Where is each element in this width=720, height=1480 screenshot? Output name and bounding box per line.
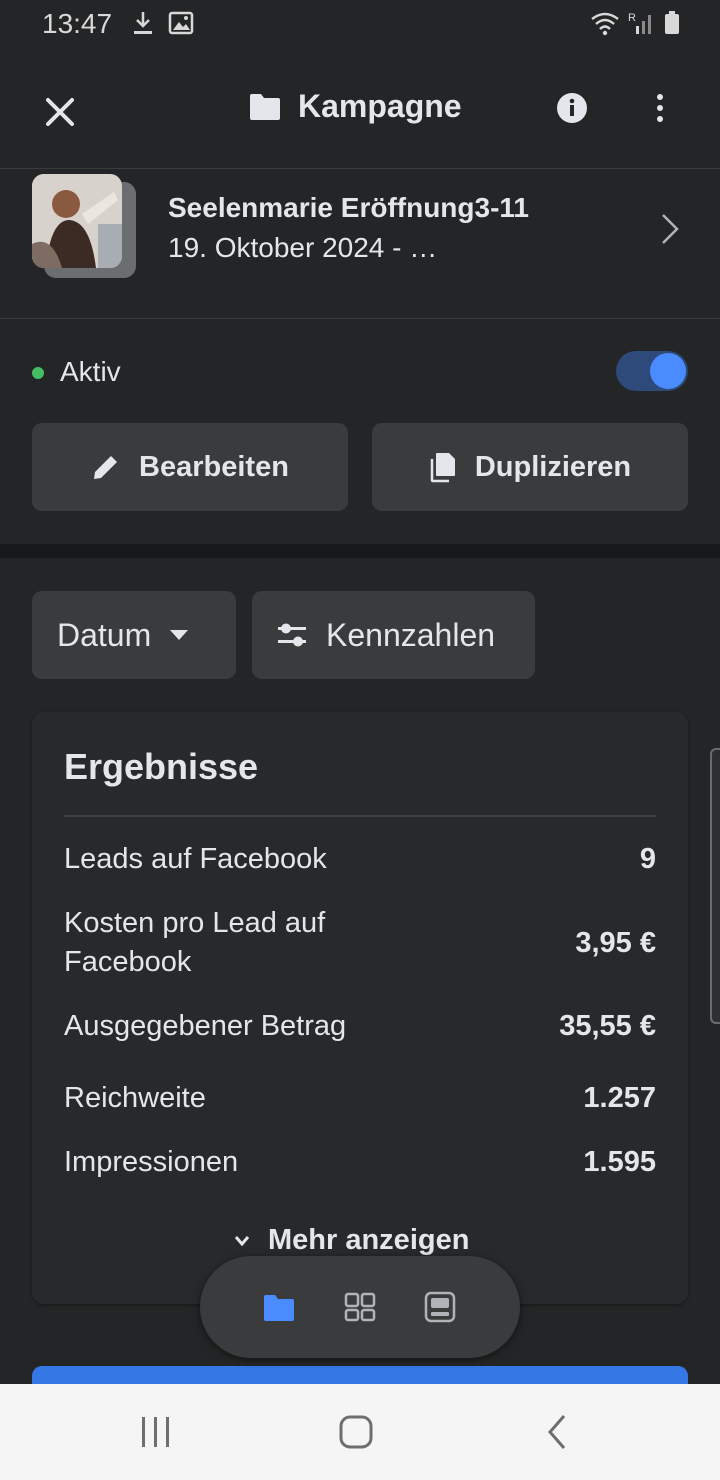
campaign-thumbnail (32, 174, 122, 268)
folder-icon (250, 93, 280, 120)
sliders-icon (278, 623, 306, 647)
metric-label: Impressionen (64, 1146, 239, 1178)
date-filter-label: Datum (57, 616, 152, 653)
wifi-icon (591, 12, 619, 36)
image-icon (168, 11, 194, 35)
metric-label: Leads auf Facebook (64, 843, 327, 875)
svg-text:R: R (628, 12, 636, 24)
status-notifications (132, 10, 194, 36)
status-time: 13:47 (42, 8, 113, 39)
signal-icon: R (628, 12, 651, 34)
campaign-date: 19. Oktober 2024 - … (168, 232, 438, 263)
campaign-divider (0, 318, 720, 319)
info-icon[interactable] (556, 92, 588, 124)
metrics-button-label: Kennzahlen (326, 616, 496, 653)
metric-label: Kosten pro Lead auf Facebook (64, 907, 326, 978)
show-more-button[interactable]: Mehr anzeigen (232, 1224, 469, 1257)
duplicate-button-label: Duplizieren (474, 450, 632, 483)
system-nav-bar (0, 1384, 720, 1480)
close-icon[interactable] (40, 92, 80, 132)
active-toggle[interactable] (616, 351, 688, 391)
metric-value: 35,55 € (559, 1010, 656, 1042)
duplicate-icon (430, 453, 455, 483)
home-icon[interactable] (336, 1412, 376, 1452)
section-separator (0, 544, 720, 558)
folder-icon[interactable] (262, 1290, 296, 1324)
floating-tab-bar (200, 1256, 520, 1358)
chevron-down-icon (234, 1235, 250, 1246)
duplicate-button[interactable]: Duplizieren (372, 423, 688, 511)
campaign-name: Seelenmarie Eröffnung3-11 (168, 192, 530, 223)
scrollbar[interactable] (710, 748, 720, 1024)
show-more-label: Mehr anzeigen (268, 1224, 470, 1256)
edit-button-label: Bearbeiten (139, 450, 289, 483)
metric-value: 9 (639, 843, 656, 875)
status-label: Aktiv (60, 356, 121, 387)
grid-icon[interactable] (343, 1290, 377, 1324)
metric-value: 1.257 (583, 1082, 656, 1114)
campaign-row[interactable]: Seelenmarie Eröffnung3-11 19. Oktober 20… (0, 168, 720, 318)
chevron-right-icon (662, 214, 679, 244)
metric-label: Ausgegebener Betrag (64, 1010, 347, 1042)
recent-apps-icon[interactable] (136, 1412, 176, 1452)
active-status-dot (32, 367, 44, 379)
results-card: Ergebnisse Leads auf Facebook 9 Kosten p… (32, 712, 688, 1304)
toggle-knob (650, 353, 686, 389)
page-title: Kampagne (298, 88, 462, 124)
download-icon (134, 12, 152, 34)
date-filter-button[interactable]: Datum (32, 591, 236, 679)
metric-value: 3,95 € (575, 927, 656, 959)
pencil-icon (94, 456, 118, 479)
status-system-icons: R (590, 10, 680, 36)
results-divider (64, 815, 656, 817)
battery-icon (665, 11, 679, 34)
metrics-button[interactable]: Kennzahlen (252, 591, 535, 679)
header-title-group: Kampagne (248, 88, 462, 125)
ad-preview-icon[interactable] (423, 1290, 457, 1324)
more-options-icon[interactable] (648, 92, 672, 124)
app-bar: Kampagne (0, 48, 720, 168)
edit-button[interactable]: Bearbeiten (32, 423, 348, 511)
metric-label: Reichweite (64, 1082, 206, 1114)
status-bar: 13:47 R (0, 0, 720, 48)
caret-down-icon (170, 630, 189, 640)
results-title: Ergebnisse (64, 746, 259, 787)
screen: 13:47 R Kampagne Seelenmarie Eröffnung3-… (0, 0, 720, 1480)
back-icon[interactable] (538, 1412, 578, 1452)
metric-value: 1.595 (583, 1146, 656, 1178)
